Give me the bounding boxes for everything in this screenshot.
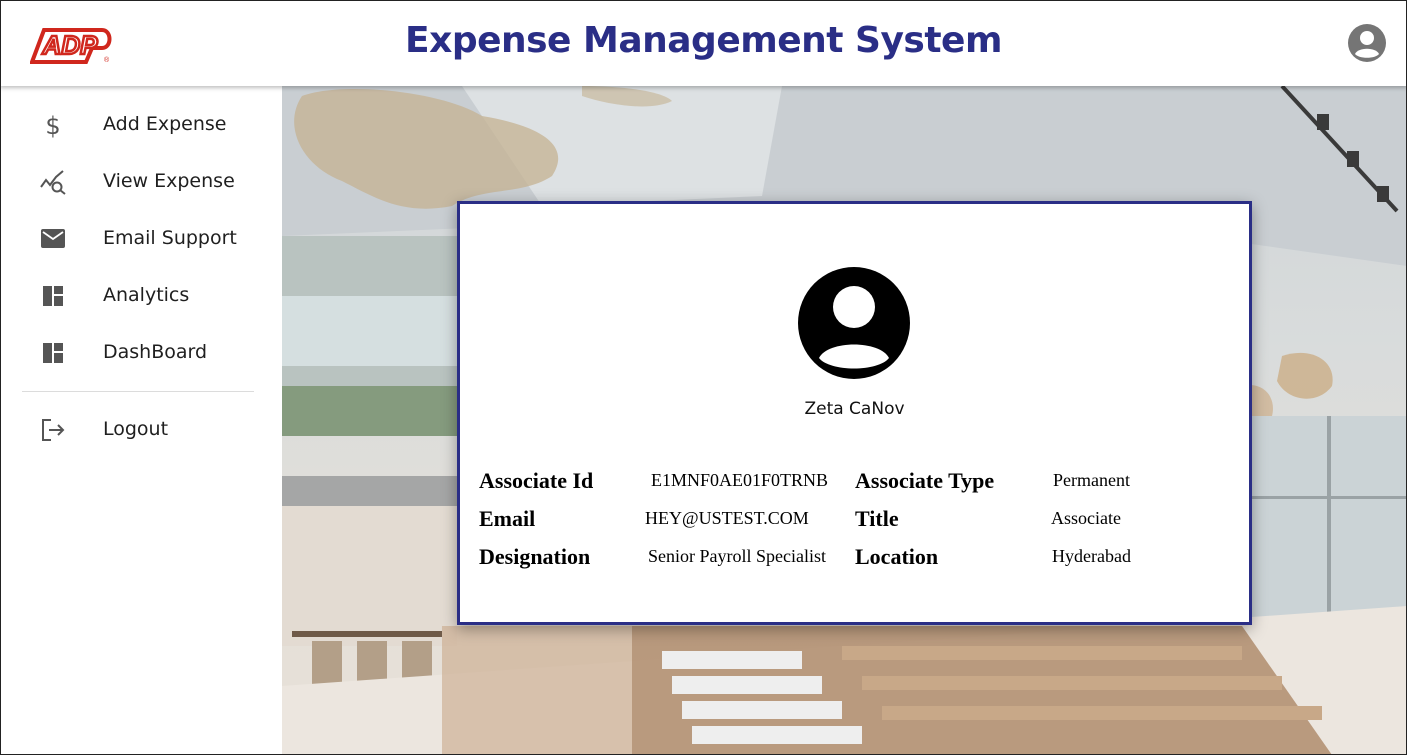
sidebar-item-label: Analytics [103, 284, 190, 306]
associate-type-label: Associate Type [855, 468, 995, 493]
dollar-icon: $ [40, 112, 66, 140]
title-label: Title [855, 506, 899, 531]
email-label: Email [479, 506, 536, 531]
sidebar-item-label: DashBoard [103, 341, 208, 363]
sidebar-item-logout[interactable]: Logout [0, 403, 282, 455]
associate-id-value: E1MNF0AE01F0TRNB [651, 470, 829, 490]
mail-icon [40, 226, 66, 252]
app-header: ADP ® Expense Management System [0, 0, 1407, 86]
user-name: Zeta CaNov [804, 399, 905, 419]
designation-value: Senior Payroll Specialist [648, 546, 826, 566]
account-circle-icon[interactable] [1347, 23, 1387, 63]
sidebar-item-add-expense[interactable]: $ Add Expense [0, 98, 282, 150]
dashboard-icon [40, 283, 66, 309]
sidebar-item-label: View Expense [103, 170, 235, 192]
sidebar-item-label: Email Support [103, 227, 237, 249]
sidebar: $ Add Expense View Expense Email Support [0, 86, 282, 755]
associate-type-value: Permanent [1053, 470, 1130, 490]
dashboard-icon [40, 340, 66, 366]
title-value: Associate [1051, 508, 1121, 528]
avatar [796, 262, 912, 384]
email-value: HEY@USTEST.COM [645, 508, 809, 528]
designation-label: Designation [479, 544, 591, 569]
sidebar-item-email-support[interactable]: Email Support [0, 212, 282, 264]
sidebar-item-label: Add Expense [103, 113, 227, 135]
sidebar-item-analytics[interactable]: Analytics [0, 269, 282, 321]
svg-text:$: $ [45, 112, 60, 138]
location-label: Location [855, 544, 939, 569]
logout-icon [40, 417, 66, 443]
location-value: Hyderabad [1052, 546, 1131, 566]
sidebar-item-label: Logout [103, 418, 169, 440]
chart-search-icon [40, 169, 66, 195]
sidebar-item-view-expense[interactable]: View Expense [0, 155, 282, 207]
sidebar-item-dashboard[interactable]: DashBoard [0, 326, 282, 378]
page-title: Expense Management System [405, 20, 1003, 61]
profile-card: Zeta CaNov Associate Id E1MNF0AE01F0TRNB… [457, 201, 1252, 625]
associate-id-label: Associate Id [479, 468, 594, 493]
sidebar-divider [22, 391, 254, 392]
